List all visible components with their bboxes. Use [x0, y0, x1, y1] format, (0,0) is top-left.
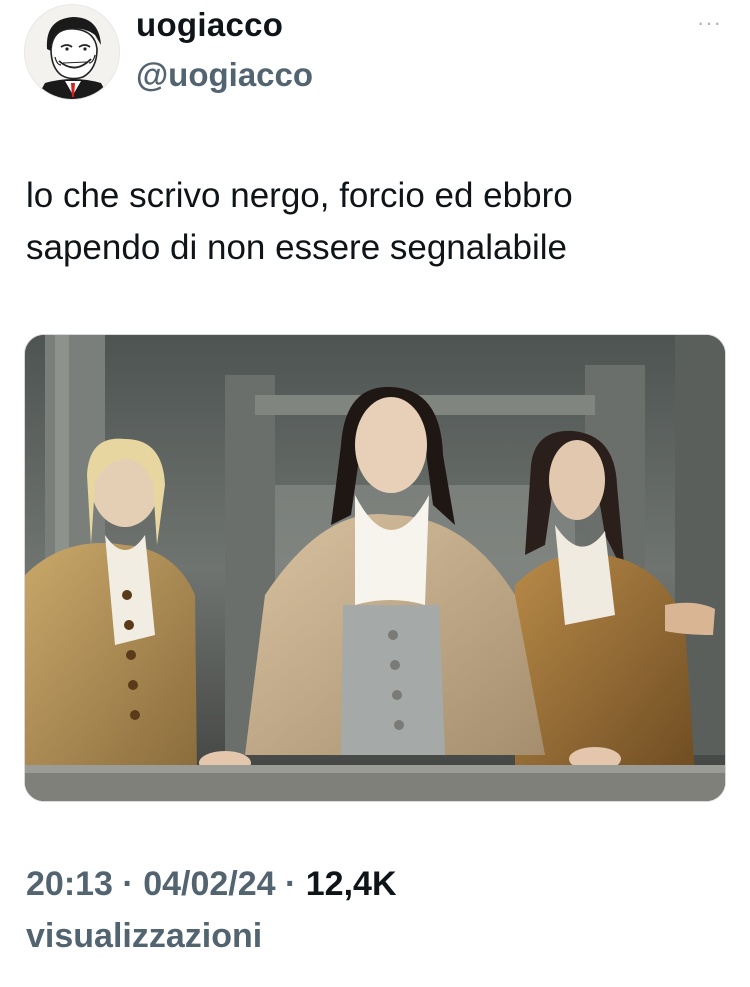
- tweet-meta: 20:13 · 04/02/24 · 12,4K visualizzazioni: [26, 858, 726, 962]
- more-options-icon[interactable]: ···: [697, 10, 722, 36]
- separator-dot: ·: [275, 865, 306, 903]
- tweet-text-line: lo che scrivo nergo, forcio ed ebbro: [26, 176, 573, 215]
- tweet-media-photo[interactable]: [24, 334, 726, 802]
- tweet-text: lo che scrivo nergo, forcio ed ebbro sap…: [26, 170, 726, 274]
- tweet-time[interactable]: 20:13: [26, 865, 113, 903]
- tweet-text-line: sapendo di non essere segnalabile: [26, 228, 567, 267]
- tweet-header: uogiacco @uogiacco ···: [24, 4, 726, 104]
- avatar[interactable]: [24, 4, 120, 100]
- author-display-name[interactable]: uogiacco: [136, 6, 283, 44]
- views-label: visualizzazioni: [26, 917, 263, 955]
- troll-face-avatar-icon: [25, 5, 119, 99]
- photo-three-men-18th-century-costumes-icon: [25, 335, 725, 801]
- views-count: 12,4K: [305, 865, 397, 903]
- tweet-date[interactable]: 04/02/24: [143, 865, 275, 903]
- separator-dot: ·: [112, 865, 144, 903]
- author-handle[interactable]: @uogiacco: [136, 56, 313, 94]
